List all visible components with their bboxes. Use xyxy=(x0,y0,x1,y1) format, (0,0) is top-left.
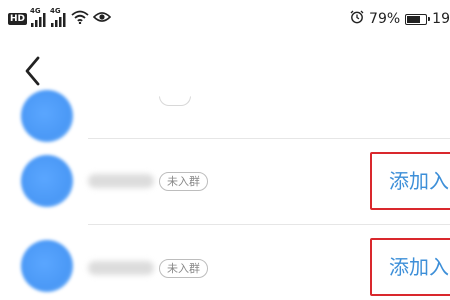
avatar xyxy=(21,155,73,207)
contact-name-blurred xyxy=(88,174,154,188)
group-status-tag: 未入群 xyxy=(159,259,208,278)
clock-time: 19 xyxy=(432,11,450,27)
avatar xyxy=(21,90,73,142)
add-to-group-button[interactable]: 添加入 xyxy=(370,152,450,210)
status-bar: HD 4G 4G 79% 19 xyxy=(0,0,450,38)
group-status-tag: 未入群 xyxy=(159,172,208,191)
battery-icon xyxy=(405,13,431,25)
eye-icon xyxy=(92,11,112,27)
status-bar-right: 79% 19 xyxy=(350,9,450,29)
wifi-icon xyxy=(71,10,89,28)
sim1-signal-icon: 4G xyxy=(30,7,47,27)
row-divider xyxy=(88,138,450,139)
group-status-tag-partial xyxy=(159,96,191,106)
alarm-icon xyxy=(350,10,364,28)
hd-badge: HD xyxy=(8,13,28,25)
list-item-partial xyxy=(0,52,450,142)
status-bar-left: HD 4G 4G xyxy=(8,7,112,29)
avatar xyxy=(21,240,73,292)
row-divider xyxy=(88,224,450,225)
sim1-network-label: 4G xyxy=(30,7,41,15)
sim2-signal-icon: 4G xyxy=(50,7,67,27)
battery-level-fill xyxy=(407,15,421,23)
phone-screen: HD 4G 4G 79% 19 未入群 添加入 未入群 添加入 xyxy=(0,0,450,300)
battery-percent: 79% xyxy=(369,11,401,27)
sim2-network-label: 4G xyxy=(50,7,61,15)
list-item: 未入群 添加入 xyxy=(0,138,450,224)
list-item: 未入群 添加入 xyxy=(0,224,450,300)
contact-name-blurred xyxy=(88,261,154,275)
add-to-group-button[interactable]: 添加入 xyxy=(370,238,450,296)
